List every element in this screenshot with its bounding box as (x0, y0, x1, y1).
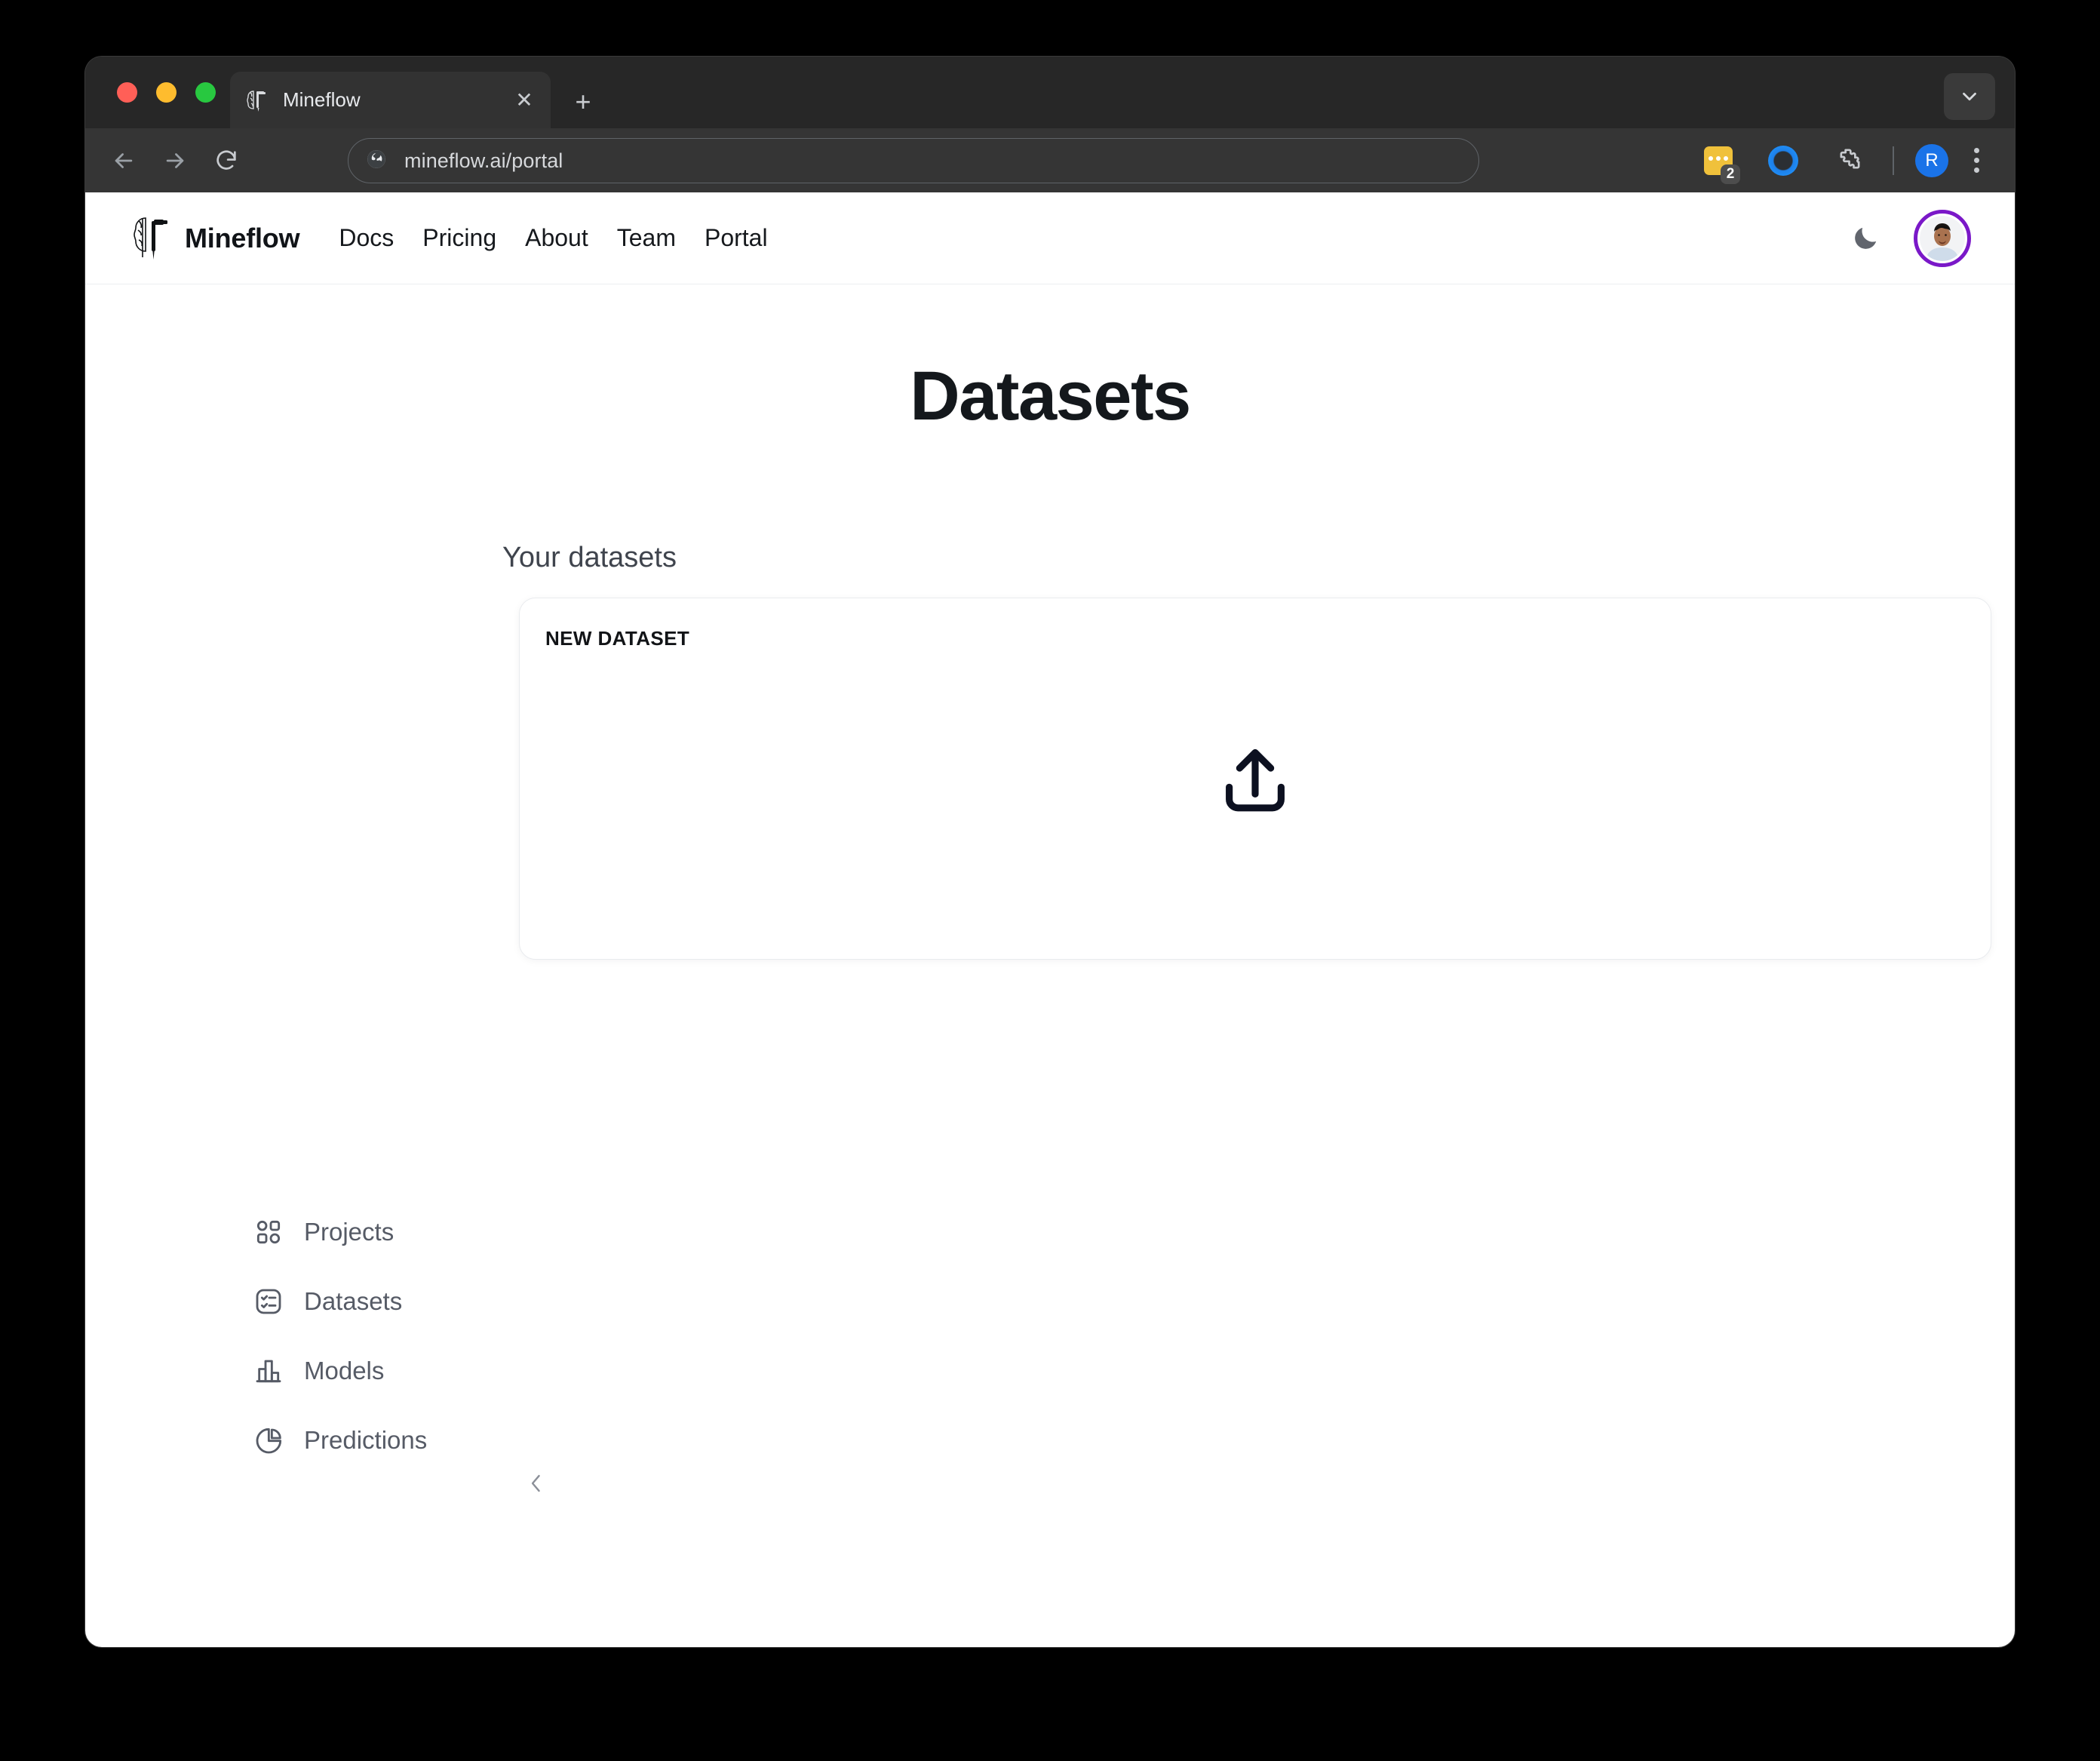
sidebar-item-label: Datasets (304, 1287, 403, 1315)
chevron-down-icon[interactable] (1944, 73, 1995, 120)
brand-name: Mineflow (185, 222, 300, 254)
sidebar-item-label: Projects (304, 1218, 395, 1246)
globe-icon (365, 148, 388, 174)
page-title: Datasets (910, 358, 1191, 435)
toolbar-divider (1893, 146, 1894, 175)
sidebar-item-datasets[interactable]: Datasets (85, 1267, 508, 1336)
new-dataset-card[interactable]: NEW DATASET (519, 598, 1991, 960)
forward-arrow-icon[interactable] (156, 142, 194, 180)
header-actions (1850, 209, 1971, 267)
nav-link-docs[interactable]: Docs (339, 224, 394, 252)
toolbar-actions: 2 R (1686, 128, 2001, 192)
tab-title: Mineflow (283, 88, 361, 111)
close-icon[interactable]: ✕ (511, 88, 537, 113)
minimize-window-button[interactable] (156, 82, 177, 103)
section-label: Your datasets (502, 542, 677, 573)
window-controls (117, 82, 216, 103)
avatar[interactable] (1914, 209, 1971, 267)
back-arrow-icon[interactable] (105, 142, 143, 180)
pie-chart-icon (253, 1424, 284, 1456)
three-dot-menu-icon[interactable] (1957, 142, 1995, 180)
nav-link-about[interactable]: About (525, 224, 588, 252)
puzzle-piece-icon[interactable] (1825, 137, 1871, 184)
checklist-icon (253, 1286, 284, 1317)
sidebar-nav: Projects Datasets Models Predictions (85, 1197, 508, 1475)
brain-pick-logo-icon (244, 88, 269, 113)
sidebar-item-label: Models (304, 1357, 385, 1385)
address-bar-url[interactable]: mineflow.ai/portal (404, 149, 563, 173)
sidebar-item-projects[interactable]: Projects (85, 1197, 508, 1267)
maximize-window-button[interactable] (195, 82, 216, 103)
extension-badge-count: 2 (1721, 164, 1740, 184)
chevron-left-icon[interactable] (521, 1468, 551, 1498)
close-window-button[interactable] (117, 82, 137, 103)
nav-link-portal[interactable]: Portal (705, 224, 768, 252)
brand-logo-link[interactable]: Mineflow (129, 215, 300, 262)
browser-profile-button[interactable]: R (1915, 143, 1948, 177)
tab-strip: Mineflow ✕ + (85, 57, 2015, 128)
browser-toolbar: mineflow.ai/portal 2 R (85, 128, 2015, 192)
sidebar-item-label: Predictions (304, 1426, 428, 1454)
new-tab-button[interactable]: + (568, 87, 598, 117)
moon-icon[interactable] (1850, 223, 1880, 254)
address-bar[interactable]: mineflow.ai/portal (348, 138, 1479, 183)
camera-extension-icon[interactable] (1760, 137, 1807, 184)
page-viewport: Mineflow Docs Pricing About Team Portal (85, 192, 2015, 1647)
nav-link-pricing[interactable]: Pricing (422, 224, 496, 252)
sidebar-item-predictions[interactable]: Predictions (85, 1406, 508, 1475)
notes-extension-icon[interactable]: 2 (1695, 137, 1742, 184)
screen: Mineflow ✕ + mineflow.ai/portal 2 R Mine… (0, 0, 2100, 1761)
site-nav: Docs Pricing About Team Portal (339, 224, 767, 252)
sidebar-item-models[interactable]: Models (85, 1336, 508, 1406)
browser-window: Mineflow ✕ + mineflow.ai/portal 2 R Mine… (85, 57, 2015, 1647)
upload-icon[interactable] (1214, 740, 1297, 823)
browser-tab[interactable]: Mineflow ✕ (230, 72, 551, 128)
site-header: Mineflow Docs Pricing About Team Portal (85, 192, 2015, 284)
grid-icon (253, 1216, 284, 1248)
brain-pick-logo-icon (129, 215, 171, 262)
nav-link-team[interactable]: Team (617, 224, 676, 252)
reload-icon[interactable] (207, 142, 245, 180)
bar-chart-icon (253, 1355, 284, 1387)
new-dataset-label: NEW DATASET (545, 627, 690, 650)
